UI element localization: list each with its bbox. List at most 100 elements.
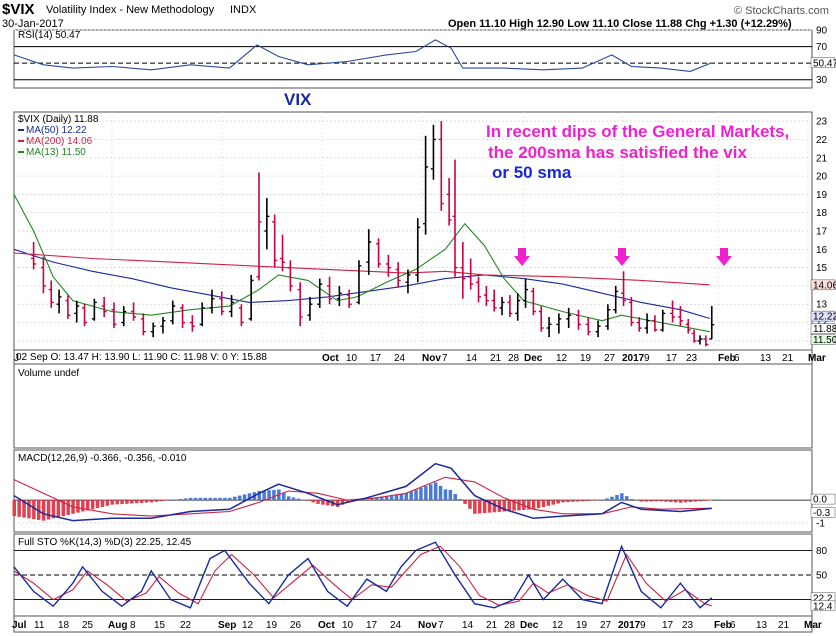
ohlc-bar [280, 234, 286, 272]
macd-histogram-bar [546, 500, 551, 506]
macd-histogram-bar [306, 500, 310, 501]
chart-canvas: $VIX Volatility Index - New Methodology … [2, 1, 836, 633]
macd-histogram-bar [536, 500, 541, 509]
ohlc-bar [209, 289, 215, 314]
macd-histogram-bar [242, 494, 247, 501]
header-ohlc: Open 11.10 High 12.90 Low 11.10 Close 11… [448, 18, 792, 30]
ohlc-bar [460, 241, 466, 299]
macd-histogram-bar [556, 500, 560, 504]
annotation-arrow-head [514, 256, 530, 266]
macd-histogram-bar [316, 500, 320, 504]
macd-histogram-bar [590, 500, 595, 501]
ohlc-bar [605, 304, 611, 330]
annotation-arrow-head [614, 256, 630, 266]
date-axis-mid-label: 6 [734, 353, 740, 364]
macd-histogram-bar [66, 500, 70, 515]
annotation-line-3: or 50 sma [492, 163, 572, 182]
macd-histogram-bar [620, 493, 624, 501]
rsi-value-label: 50.47 [813, 58, 836, 69]
legend-ma50: MA(50) 12.22 [26, 125, 87, 136]
price-tick-label: 18 [816, 208, 828, 219]
date-axis-mid-label: Mar [808, 353, 826, 364]
macd-histogram-bar [629, 498, 634, 501]
macd-histogram-bar [218, 497, 222, 501]
macd-histogram-bar [174, 499, 178, 501]
date-axis-mid-label: 21 [782, 353, 794, 364]
date-axis-mid-label: 23 [686, 353, 698, 364]
vix-panel-label: VIX [284, 90, 312, 109]
macd-histogram-bar [482, 500, 487, 514]
macd-histogram-bar [698, 500, 702, 502]
price-tick-label: 19 [816, 190, 828, 201]
ohlc-bar [652, 315, 658, 332]
price-tick-label: 23 [816, 117, 828, 128]
date-axis-bottom-label: 22 [180, 620, 192, 631]
date-axis-bottom-label: 15 [154, 620, 166, 631]
price-tick-label: 21 [816, 153, 828, 164]
ohlc-bar [56, 289, 62, 314]
date-axis-bottom-label: 12 [552, 620, 564, 631]
macd-histogram-bar [95, 500, 100, 509]
macd-histogram-bar [193, 497, 198, 501]
ohlc-bar [256, 172, 262, 281]
ohlc-bar [491, 289, 497, 312]
ohlc-bar [366, 229, 372, 275]
date-axis-mid-label: 17 [370, 353, 382, 364]
macd-histogram-bar [517, 500, 521, 511]
stoch-d-line [13, 545, 712, 607]
ohlc-bar [140, 313, 146, 336]
macd-histogram-bar [576, 500, 580, 502]
macd-histogram-bar [76, 500, 80, 513]
date-axis-mid-label: 2017 [622, 353, 645, 364]
macd-histogram-bar [144, 500, 149, 503]
macd-histogram-bar [693, 500, 698, 502]
macd-value-label-1: 0.0 [813, 495, 827, 506]
ohlc-bar [91, 298, 97, 321]
stoch-tick-label: 50 [816, 571, 828, 582]
rsi-tick-label: 70 [816, 42, 828, 53]
date-axis-bottom-label: 19 [266, 620, 278, 631]
date-axis-mid-label: 21 [490, 353, 502, 364]
macd-histogram-bar [507, 500, 511, 512]
date-axis-bottom-label: 6 [730, 620, 736, 631]
ohlc-bar [670, 300, 676, 323]
annotation-arrow [614, 248, 630, 266]
stoch-panel: 20508022.212.4 [13, 541, 836, 612]
ohlc-bar [272, 214, 278, 268]
macd-histogram-bar [580, 500, 585, 502]
annotation-arrow [514, 248, 530, 266]
macd-histogram-bar [585, 500, 590, 501]
macd-histogram-bar [125, 500, 129, 504]
ohlc-bar [697, 335, 703, 345]
date-axis-mid-label: 27 [604, 353, 616, 364]
ohlc-bar [40, 256, 46, 294]
ma50-value-label: 12.22 [813, 312, 836, 323]
macd-histogram-bar [433, 482, 438, 501]
macd-histogram-bar [468, 500, 472, 509]
date-axis-bottom-label: Jul [12, 620, 27, 631]
date-axis-mid-label: 10 [346, 353, 358, 364]
header-name: Volatility Index - New Methodology [46, 4, 215, 16]
macd-histogram-bar [188, 497, 193, 501]
macd-histogram-bar [115, 500, 119, 505]
date-axis-bottom-label: Dec [520, 620, 539, 631]
macd-histogram-bar [311, 500, 315, 503]
macd-histogram-bar [213, 497, 217, 501]
ohlc-bar [644, 313, 650, 334]
ohlc-bar [423, 135, 429, 235]
annotation-arrow-stem [518, 248, 526, 256]
rsi-panel: 3050709050.47 [13, 26, 836, 86]
annotation-arrow-stem [720, 248, 728, 256]
macd-histogram-bar [448, 489, 453, 501]
macd-histogram-bar [32, 500, 36, 520]
date-axis-mid-label: Oct [322, 353, 339, 364]
date-axis-bottom-label: 23 [682, 620, 694, 631]
close-value-label: 11.88 [813, 324, 836, 335]
price-tick-label: 20 [816, 172, 828, 183]
ohlc-bar [82, 304, 88, 327]
ma13-value-label: 11.50 [813, 335, 836, 346]
date-axis-bottom-label: 14 [462, 620, 474, 631]
ohlc-bar [446, 177, 452, 226]
ma13-line [13, 194, 710, 333]
date-axis-bottom-label: Mar [804, 620, 822, 631]
